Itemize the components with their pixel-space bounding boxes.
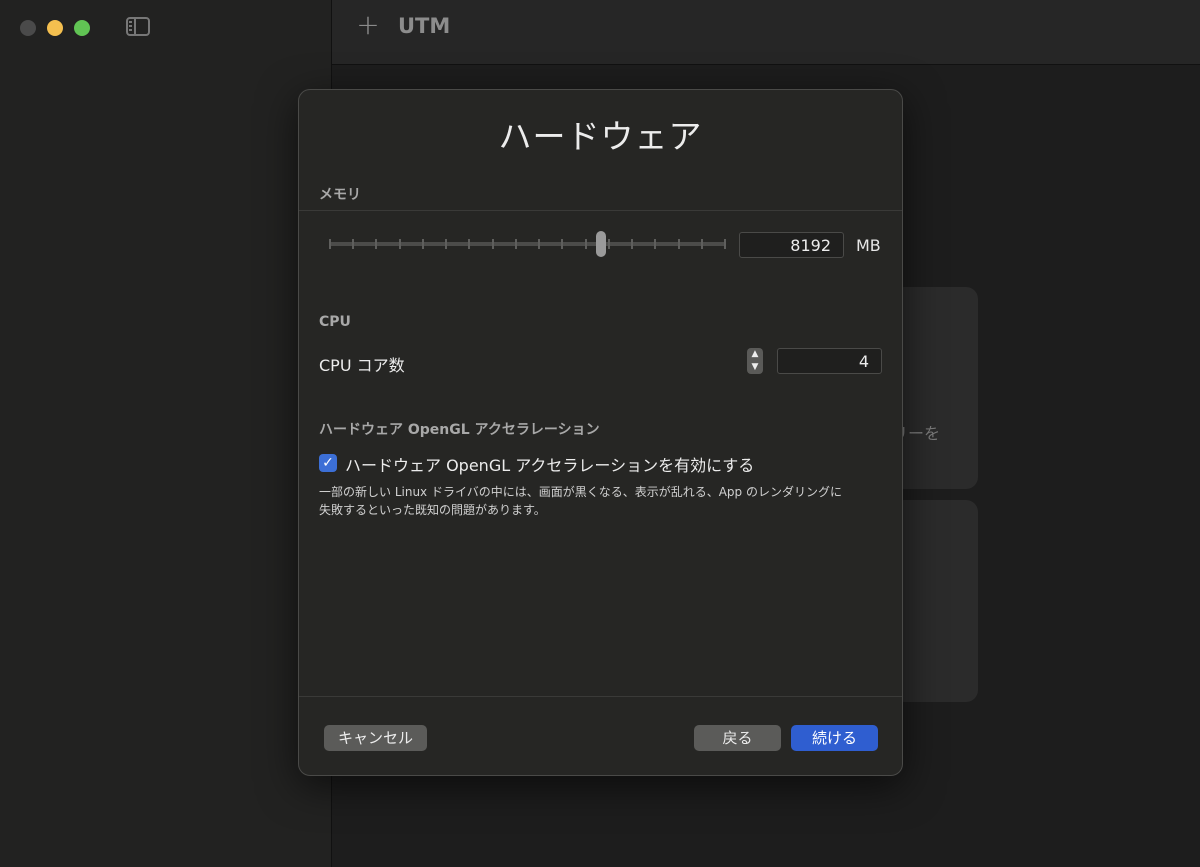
opengl-checkbox-label[interactable]: ハードウェア OpenGL アクセラレーションを有効にする [345, 452, 754, 476]
memory-slider-track [329, 242, 726, 246]
memory-divider [299, 210, 902, 211]
toolbar: + UTM [332, 0, 1200, 65]
memory-slider-tick [701, 239, 703, 249]
memory-slider-tick [422, 239, 424, 249]
memory-slider-tick [561, 239, 563, 249]
memory-unit-label: MB [856, 236, 881, 255]
cpu-cores-input[interactable]: 4 [777, 348, 882, 374]
background-card-1 [892, 287, 978, 489]
checkmark-icon: ✓ [322, 455, 334, 471]
memory-slider-tick [678, 239, 680, 249]
dialog-title: ハードウェア [498, 117, 703, 156]
help-line-1: 一部の新しい Linux ドライバの中には、画面が黒くなる、表示が乱れる、App… [319, 485, 842, 499]
opengl-help-text: 一部の新しい Linux ドライバの中には、画面が黒くなる、表示が乱れる、App… [319, 483, 864, 519]
stepper-up-icon[interactable]: ▲ [747, 348, 763, 361]
memory-slider-tick [375, 239, 377, 249]
cpu-section-label: CPU [319, 314, 351, 330]
continue-button[interactable]: 続ける [791, 725, 878, 751]
sidebar [0, 0, 332, 867]
memory-slider-tick [492, 239, 494, 249]
opengl-section-label: ハードウェア OpenGL アクセラレーション [319, 422, 600, 438]
memory-slider-tick [445, 239, 447, 249]
memory-section-label: メモリ [319, 187, 361, 203]
background-card-2 [892, 500, 978, 702]
memory-slider-tick [538, 239, 540, 249]
zoom-window-button[interactable] [74, 20, 90, 36]
sidebar-toggle-icon[interactable] [126, 17, 150, 36]
cpu-cores-label: CPU コア数 [319, 356, 405, 375]
opengl-checkbox[interactable]: ✓ [319, 454, 337, 472]
footer-divider [299, 696, 902, 697]
cpu-cores-stepper[interactable]: ▲ ▼ [747, 348, 763, 374]
memory-slider-tick [352, 239, 354, 249]
memory-slider-tick [631, 239, 633, 249]
hardware-dialog: ハードウェア メモリ 8192 MB CPU CPU コア数 ▲ ▼ 4 ハード… [298, 89, 903, 776]
back-button[interactable]: 戻る [694, 725, 781, 751]
memory-slider-tick [654, 239, 656, 249]
cancel-button[interactable]: キャンセル [324, 725, 427, 751]
app-title: UTM [398, 14, 451, 38]
minimize-window-button[interactable] [47, 20, 63, 36]
memory-slider-tick [329, 239, 331, 249]
memory-slider[interactable] [329, 231, 726, 257]
stepper-down-icon[interactable]: ▼ [747, 361, 763, 374]
memory-slider-thumb[interactable] [596, 231, 606, 257]
memory-slider-tick [608, 239, 610, 249]
close-window-button[interactable] [20, 20, 36, 36]
memory-slider-tick [468, 239, 470, 249]
memory-input[interactable]: 8192 [739, 232, 844, 258]
memory-slider-tick [724, 239, 726, 249]
memory-slider-tick [399, 239, 401, 249]
memory-slider-tick [515, 239, 517, 249]
memory-slider-tick [585, 239, 587, 249]
help-line-2: 失敗するといった既知の問題があります。 [319, 503, 546, 517]
add-vm-plus-icon[interactable]: + [356, 11, 380, 39]
